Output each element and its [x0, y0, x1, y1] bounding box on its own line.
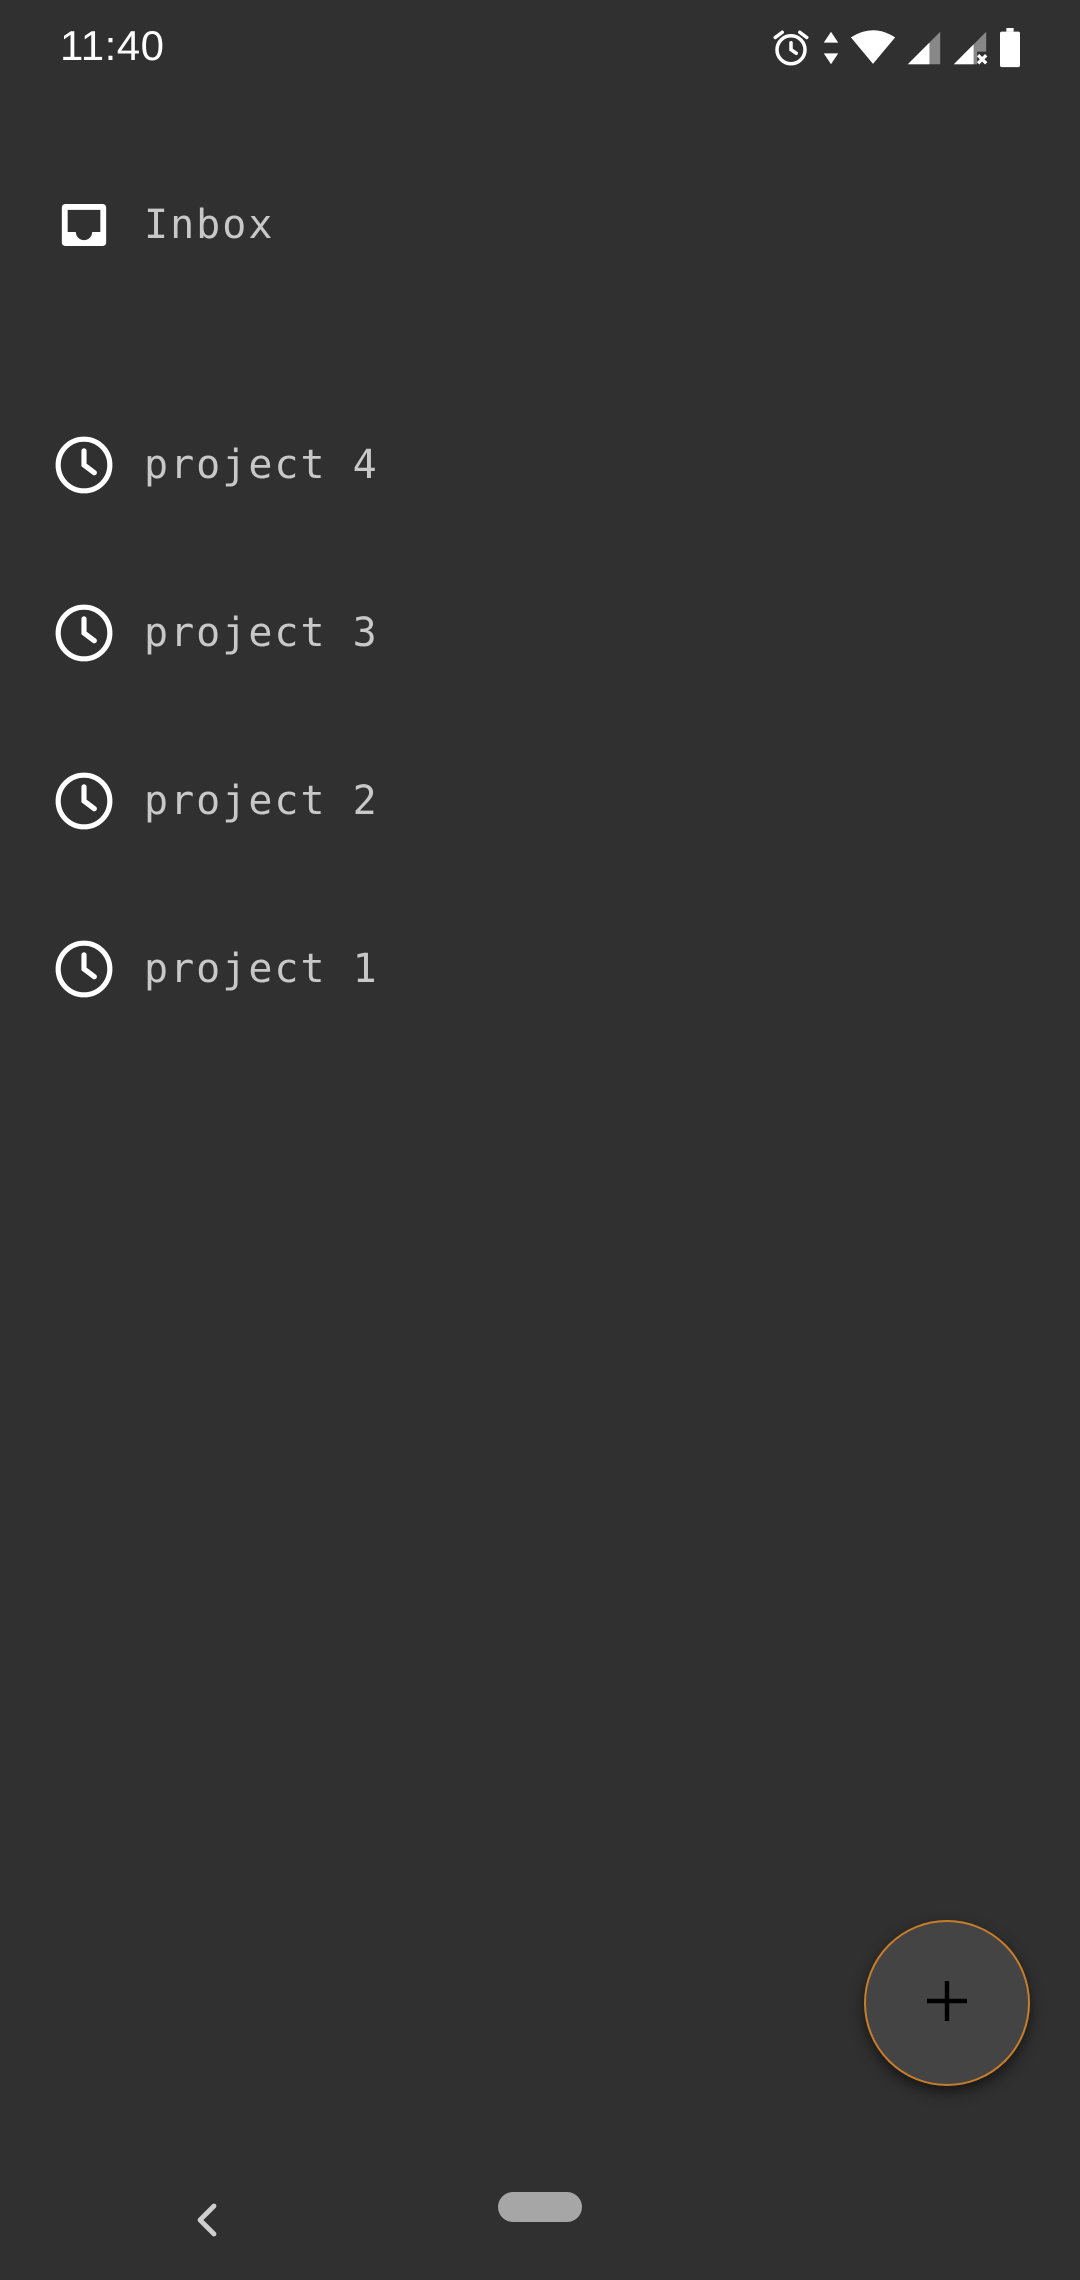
project-label: project 3: [144, 610, 379, 656]
alarm-icon: [770, 27, 812, 69]
back-button[interactable]: [186, 2190, 226, 2250]
project-label: project 2: [144, 778, 379, 824]
battery-icon: [998, 28, 1022, 68]
clock-icon: [52, 769, 116, 833]
inbox-icon: [52, 193, 116, 257]
status-time: 11:40: [60, 22, 165, 69]
clock-icon: [52, 601, 116, 665]
inbox-label: Inbox: [144, 202, 275, 248]
clock-icon: [52, 937, 116, 1001]
inbox-item[interactable]: Inbox: [0, 165, 1080, 285]
project-item[interactable]: project 3: [0, 573, 1080, 693]
status-bar: 11:40: [0, 0, 1080, 96]
status-icons: [770, 24, 1022, 72]
project-label: project 1: [144, 946, 379, 992]
home-button[interactable]: [498, 2192, 582, 2222]
screen: 11:40 Inbox project 4 project 3 project …: [0, 0, 1080, 2280]
clock-icon: [52, 433, 116, 497]
chevron-left-icon: [197, 2203, 217, 2237]
project-item[interactable]: project 2: [0, 741, 1080, 861]
signal-no-sim-icon: [952, 30, 988, 66]
project-label: project 4: [144, 442, 379, 488]
wifi-icon: [850, 30, 896, 66]
signal-icon: [906, 30, 942, 66]
data-arrows-icon: [822, 30, 840, 66]
project-item[interactable]: project 4: [0, 405, 1080, 525]
project-item[interactable]: project 1: [0, 909, 1080, 1029]
system-nav-bar: [0, 2160, 1080, 2280]
plus-icon: [923, 1977, 971, 2030]
add-project-button[interactable]: [864, 1920, 1030, 2086]
